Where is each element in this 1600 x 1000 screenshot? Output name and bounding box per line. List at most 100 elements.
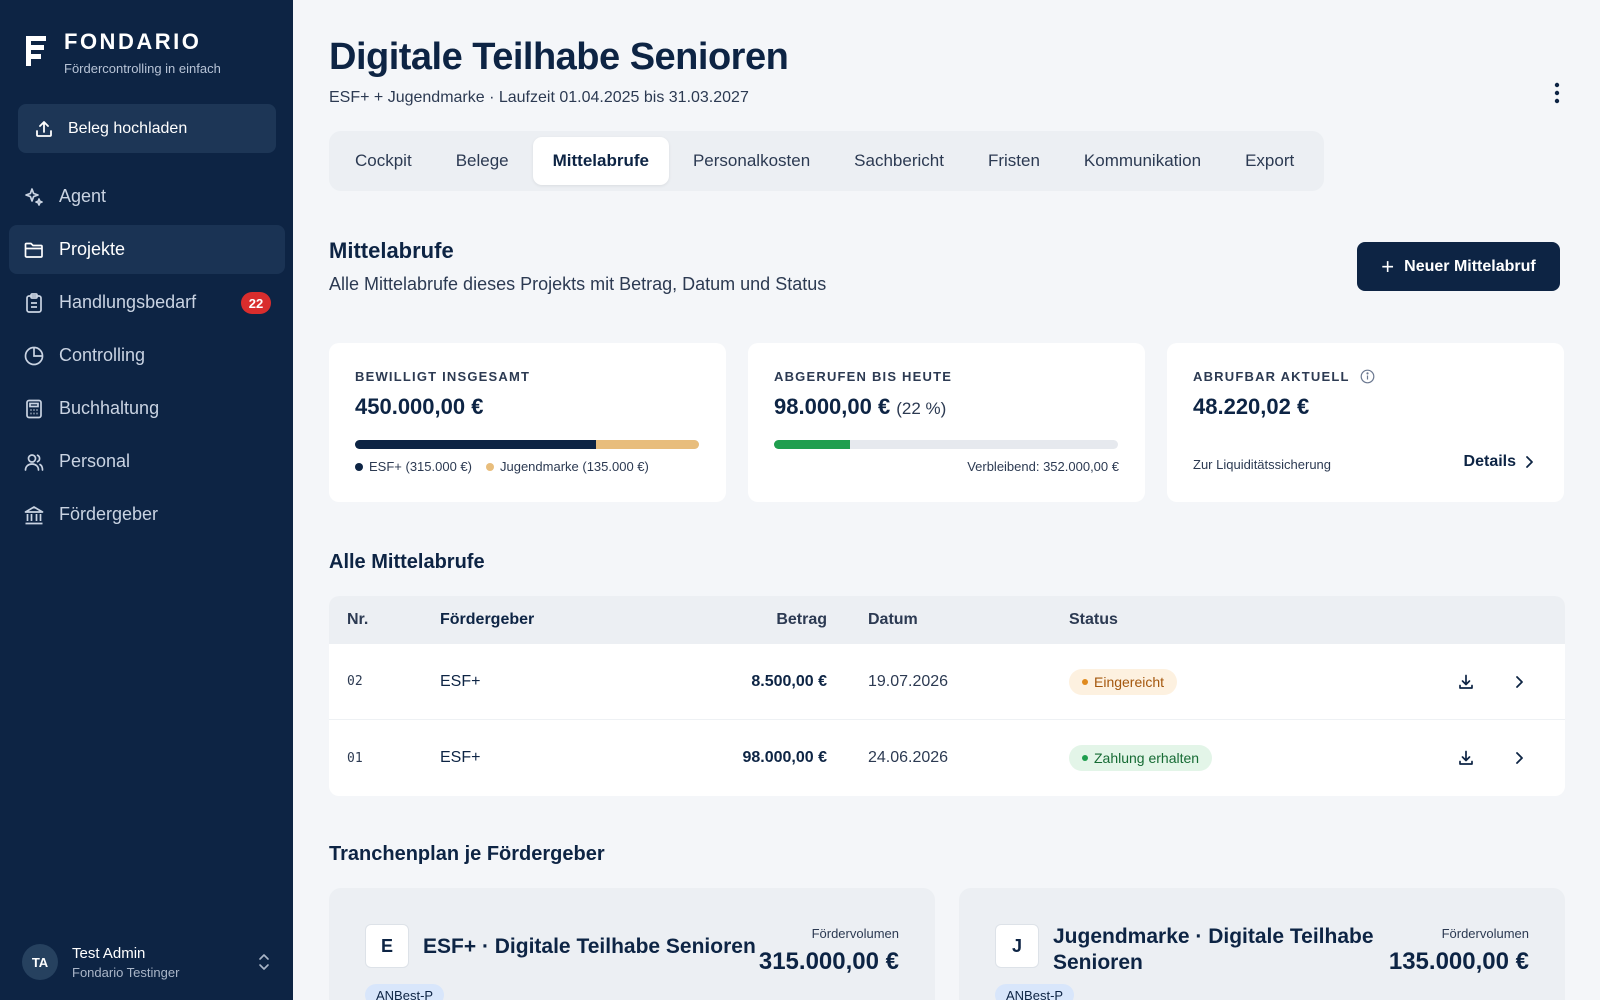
download-icon xyxy=(1459,750,1473,765)
new-fund-call-button[interactable]: + Neuer Mittelabruf xyxy=(1357,242,1560,291)
table-title: Alle Mittelabrufe xyxy=(329,551,485,573)
volume-label: Fördervolumen xyxy=(1441,926,1529,941)
liquidity-note: Zur Liquiditätssicherung xyxy=(1193,457,1332,472)
tab-receipts[interactable]: Belege xyxy=(436,137,529,185)
card-label: ABRUFBAR AKTUELL xyxy=(1193,369,1350,384)
status-dot xyxy=(1082,755,1088,761)
download-button[interactable] xyxy=(1457,720,1475,796)
funder-initial: J xyxy=(995,924,1039,968)
tranche-card-esf[interactable]: E ESF+ · Digitale Teilhabe Senioren Förd… xyxy=(329,888,935,1000)
column-header-amount: Betrag xyxy=(776,611,827,628)
sidebar-item-label: Fördergeber xyxy=(59,504,159,524)
section-subtitle: Alle Mittelabrufe dieses Projekts mit Be… xyxy=(329,274,827,294)
sidebar-item-label: Buchhaltung xyxy=(59,398,160,418)
brand[interactable]: FONDARIO Fördercontrolling in einfach xyxy=(24,30,221,76)
folder-icon xyxy=(24,242,43,258)
sidebar-item-label: Personal xyxy=(59,451,131,471)
clipboard-icon xyxy=(26,292,42,313)
info-icon[interactable] xyxy=(1360,369,1375,384)
card-label: ABGERUFEN BIS HEUTE xyxy=(774,369,953,384)
brand-name: FONDARIO xyxy=(64,29,202,54)
open-row-button[interactable] xyxy=(1514,720,1524,796)
more-options-icon[interactable] xyxy=(1554,82,1560,104)
remaining-amount: Verbleibend: 352.000,00 € xyxy=(967,459,1119,474)
tranche-name: Jugendmarke · Digitale Teilhabe Senioren xyxy=(1053,925,1374,974)
sidebar-item-label: Handlungsbedarf xyxy=(59,292,197,312)
status-label: Eingereicht xyxy=(1094,673,1165,690)
user-organization: Fondario Testinger xyxy=(72,964,180,980)
sidebar-nav: Agent Projekte Handlungsbedarf 22 Contro… xyxy=(9,172,285,543)
card-label-row: ABRUFBAR AKTUELL xyxy=(1193,369,1538,384)
tab-fund-calls[interactable]: Mittelabrufe xyxy=(532,137,669,185)
progress-fill xyxy=(774,440,850,449)
page-subtitle: ESF+ + Jugendmarke · Laufzeit 01.04.2025… xyxy=(329,89,749,106)
bank-icon xyxy=(24,505,44,524)
upload-receipt-button[interactable]: Beleg hochladen xyxy=(18,104,276,153)
status-badge: Zahlung erhalten xyxy=(1069,745,1213,771)
calculator-icon xyxy=(26,399,42,418)
table-header: Nr. Fördergeber Betrag Datum Status xyxy=(329,596,1565,644)
avatar: TA xyxy=(22,944,58,980)
sidebar-item-label: Controlling xyxy=(59,345,146,365)
row-nr: 02 xyxy=(347,674,363,689)
section-title: Mittelabrufe xyxy=(329,238,454,263)
download-icon xyxy=(1459,674,1473,689)
tab-report[interactable]: Sachbericht xyxy=(834,137,964,185)
row-amount: 98.000,00 € xyxy=(742,749,827,766)
tab-deadlines[interactable]: Fristen xyxy=(968,137,1060,185)
legend-dot xyxy=(355,462,363,471)
card-value-row: 98.000,00 € (22 %) xyxy=(774,394,1119,420)
sidebar-item-controlling[interactable]: Controlling xyxy=(9,331,285,380)
sidebar-item-accounting[interactable]: Buchhaltung xyxy=(9,384,285,433)
column-header-date: Datum xyxy=(868,611,918,628)
regulation-tag: ANBest-P xyxy=(365,984,445,1000)
user-name: Test Admin xyxy=(72,944,146,962)
table-row[interactable]: 02 ESF+ 8.500,00 € 19.07.2026 Eingereich… xyxy=(329,644,1565,720)
tab-personnel-costs[interactable]: Personalkosten xyxy=(673,137,830,185)
details-link[interactable]: Details xyxy=(1464,453,1534,471)
row-status-cell: Eingereicht xyxy=(1069,644,1178,719)
fund-calls-table: Nr. Fördergeber Betrag Datum Status 02 E… xyxy=(329,596,1565,796)
tranche-plan-title: Tranchenplan je Fördergeber xyxy=(329,843,605,865)
open-row-button[interactable] xyxy=(1514,644,1524,719)
row-funder: ESF+ xyxy=(440,672,481,690)
sidebar-item-staff[interactable]: Personal xyxy=(9,437,285,486)
status-dot xyxy=(1082,678,1088,685)
upload-icon xyxy=(36,120,52,137)
sidebar-item-funders[interactable]: Fördergeber xyxy=(9,490,285,539)
volume-value: 135.000,00 € xyxy=(1388,948,1529,975)
sidebar-item-agent[interactable]: Agent xyxy=(9,172,285,221)
legend-label: ESF+ (315.000 €) xyxy=(369,459,472,474)
table-row[interactable]: 01 ESF+ 98.000,00 € 24.06.2026 Zahlung e… xyxy=(329,720,1565,796)
tab-communication[interactable]: Kommunikation xyxy=(1064,137,1221,185)
tab-cockpit[interactable]: Cockpit xyxy=(335,137,432,185)
legend-label: Jugendmarke (135.000 €) xyxy=(499,459,649,474)
called-progress-bar xyxy=(774,440,1118,449)
tab-export[interactable]: Export xyxy=(1225,137,1314,185)
row-date: 24.06.2026 xyxy=(868,749,949,766)
chevron-up-down-icon[interactable] xyxy=(256,952,272,972)
regulation-tag: ANBest-P xyxy=(995,984,1075,1000)
bar-segment-jugendmarke xyxy=(595,440,699,449)
chevron-right-icon xyxy=(1526,456,1533,468)
summary-cards: BEWILLIGT INSGESAMT 450.000,00 € ESF+ (3… xyxy=(329,343,1565,502)
legend-item-jugendmarke: Jugendmarke (135.000 €) xyxy=(485,459,649,474)
sidebar-item-label: Projekte xyxy=(59,239,126,259)
tranche-card-jugendmarke[interactable]: J Jugendmarke · Digitale Teilhabe Senior… xyxy=(959,888,1565,1000)
column-header-funder: Fördergeber xyxy=(440,611,535,628)
sidebar-item-label: Agent xyxy=(59,186,107,206)
sidebar: FONDARIO Fördercontrolling in einfach Be… xyxy=(0,0,293,1000)
called-percent: (22 %) xyxy=(896,399,947,418)
details-label: Details xyxy=(1463,453,1516,470)
upload-receipt-label: Beleg hochladen xyxy=(68,119,188,137)
download-button[interactable] xyxy=(1457,644,1475,719)
sidebar-item-action-needed[interactable]: Handlungsbedarf 22 xyxy=(9,278,285,327)
column-header-nr: Nr. xyxy=(347,611,369,628)
status-badge: Eingereicht xyxy=(1069,668,1178,695)
sidebar-item-projects[interactable]: Projekte xyxy=(9,225,285,274)
status-label: Zahlung erhalten xyxy=(1094,750,1200,766)
action-count-badge: 22 xyxy=(241,292,271,314)
project-tabs: Cockpit Belege Mittelabrufe Personalkost… xyxy=(329,131,1325,191)
user-menu[interactable]: TA Test Admin Fondario Testinger xyxy=(22,942,272,982)
fondario-logo-icon xyxy=(26,36,46,66)
